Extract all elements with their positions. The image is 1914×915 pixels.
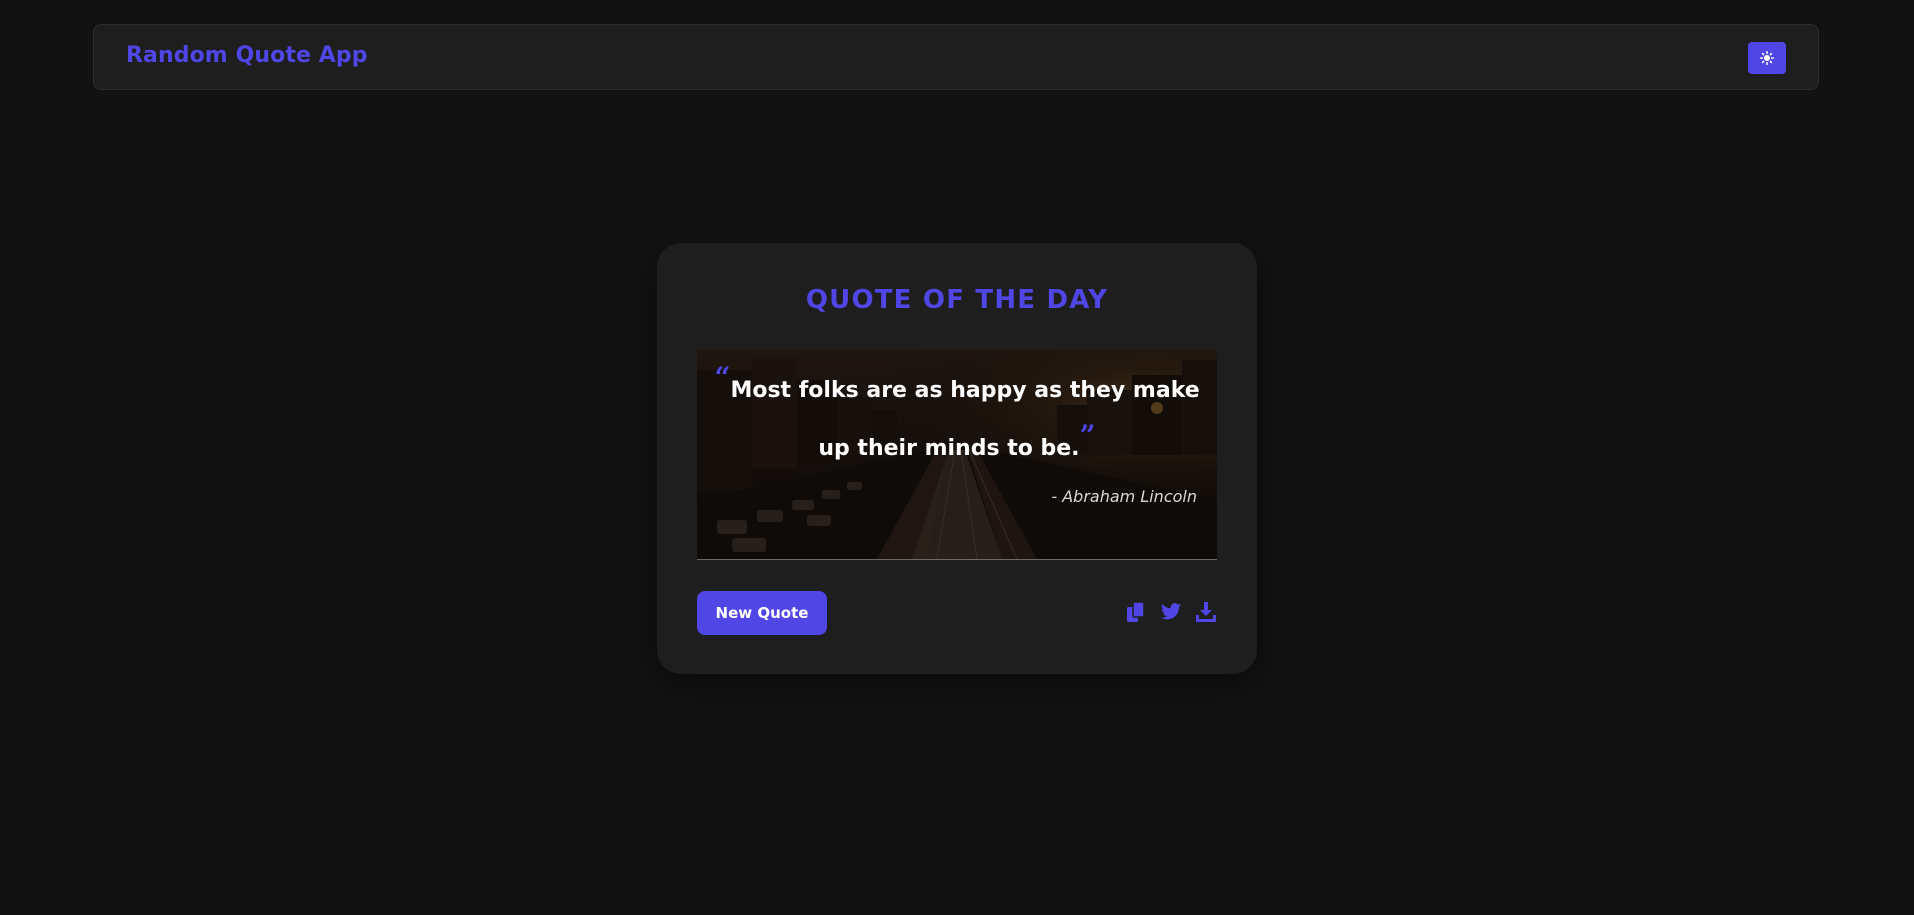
twitter-icon[interactable]: [1160, 601, 1182, 623]
card-heading: QUOTE OF THE DAY: [805, 285, 1109, 315]
app-title: Random Quote App: [126, 43, 368, 68]
quote-actions: [1125, 601, 1217, 623]
quote-body: Most folks are as happy as they make up …: [730, 378, 1200, 461]
quote-text: “Most folks are as happy as they make up…: [697, 362, 1217, 478]
open-quote-mark: “: [714, 361, 731, 394]
copy-icon[interactable]: [1125, 601, 1147, 623]
close-quote-mark: ”: [1079, 419, 1096, 452]
new-quote-button[interactable]: New Quote: [697, 591, 827, 635]
sun-icon: [1760, 51, 1774, 65]
quote-box: “Most folks are as happy as they make up…: [697, 350, 1217, 560]
top-navbar: Random Quote App: [93, 24, 1819, 90]
quote-card: QUOTE OF THE DAY “Most folks are as happ…: [657, 243, 1257, 674]
theme-toggle-button[interactable]: [1748, 42, 1786, 74]
download-icon[interactable]: [1195, 601, 1217, 623]
quote-author: - Abraham Lincoln: [1051, 487, 1197, 506]
